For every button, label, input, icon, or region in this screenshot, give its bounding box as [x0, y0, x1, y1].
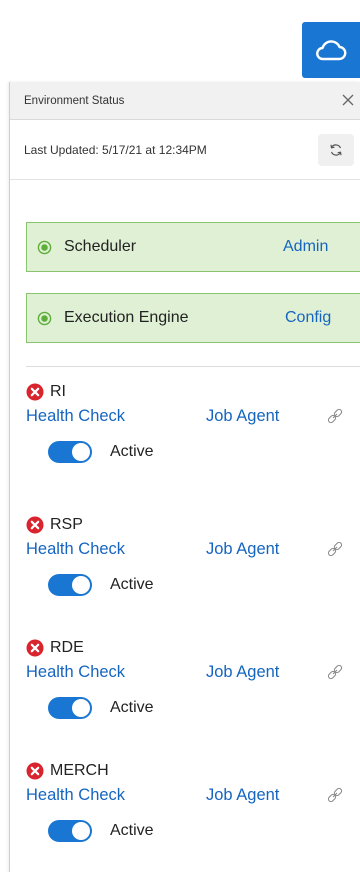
- active-toggle-row: Active: [48, 574, 154, 596]
- error-icon: [26, 762, 44, 780]
- scheduler-status-card: Scheduler Admin: [26, 222, 360, 272]
- error-icon: [26, 639, 44, 657]
- active-toggle[interactable]: [48, 697, 92, 719]
- toggle-label: Active: [110, 822, 154, 839]
- last-updated-row: Last Updated: 5/17/21 at 12:34PM: [10, 120, 360, 180]
- status-running-icon: [37, 311, 52, 325]
- job-agent-link[interactable]: Job Agent: [206, 786, 279, 805]
- app-item-rde: RDE Health Check Job Agent Active: [26, 639, 360, 749]
- app-name-row: RDE: [26, 639, 84, 657]
- toggle-knob: [72, 443, 90, 461]
- status-running-icon: [37, 240, 52, 254]
- refresh-icon: [330, 144, 342, 156]
- health-check-link[interactable]: Health Check: [26, 786, 125, 805]
- close-button[interactable]: [338, 90, 358, 110]
- link-icon[interactable]: [326, 786, 344, 804]
- link-icon[interactable]: [326, 407, 344, 425]
- app-name-row: RI: [26, 383, 66, 401]
- active-toggle[interactable]: [48, 820, 92, 842]
- toggle-label: Active: [110, 576, 154, 593]
- active-toggle-row: Active: [48, 441, 154, 463]
- last-updated-text: Last Updated: 5/17/21 at 12:34PM: [24, 142, 207, 157]
- app-name: RI: [50, 383, 66, 400]
- health-check-link[interactable]: Health Check: [26, 663, 125, 682]
- job-agent-link[interactable]: Job Agent: [206, 540, 279, 559]
- cloud-launcher-button[interactable]: [302, 22, 360, 78]
- active-toggle-row: Active: [48, 820, 154, 842]
- link-icon[interactable]: [326, 663, 344, 681]
- toggle-knob: [72, 699, 90, 717]
- divider: [26, 366, 360, 367]
- admin-link[interactable]: Admin: [283, 238, 328, 256]
- app-name-row: MERCH: [26, 762, 109, 780]
- app-item-ri: RI Health Check Job Agent Active: [26, 383, 360, 493]
- app-item-merch: MERCH Health Check Job Agent Active: [26, 762, 360, 872]
- refresh-button[interactable]: [318, 134, 354, 166]
- app-name-row: RSP: [26, 516, 83, 534]
- execution-engine-status-card: Execution Engine Config: [26, 293, 360, 343]
- toggle-label: Active: [110, 699, 154, 716]
- health-check-link[interactable]: Health Check: [26, 540, 125, 559]
- error-icon: [26, 516, 44, 534]
- app-name: RDE: [50, 639, 84, 656]
- config-link[interactable]: Config: [285, 309, 331, 327]
- cloud-icon: [316, 40, 347, 61]
- panel-title: Environment Status: [24, 94, 125, 107]
- close-icon: [342, 94, 354, 106]
- active-toggle-row: Active: [48, 697, 154, 719]
- job-agent-link[interactable]: Job Agent: [206, 663, 279, 682]
- active-toggle[interactable]: [48, 574, 92, 596]
- app-name: MERCH: [50, 762, 109, 779]
- health-check-link[interactable]: Health Check: [26, 407, 125, 426]
- job-agent-link[interactable]: Job Agent: [206, 407, 279, 426]
- toggle-knob: [72, 576, 90, 594]
- toggle-knob: [72, 822, 90, 840]
- error-icon: [26, 383, 44, 401]
- app-item-rsp: RSP Health Check Job Agent Active: [26, 516, 360, 626]
- toggle-label: Active: [110, 443, 154, 460]
- link-icon[interactable]: [326, 540, 344, 558]
- panel-header: Environment Status: [10, 82, 360, 120]
- active-toggle[interactable]: [48, 441, 92, 463]
- app-name: RSP: [50, 516, 83, 533]
